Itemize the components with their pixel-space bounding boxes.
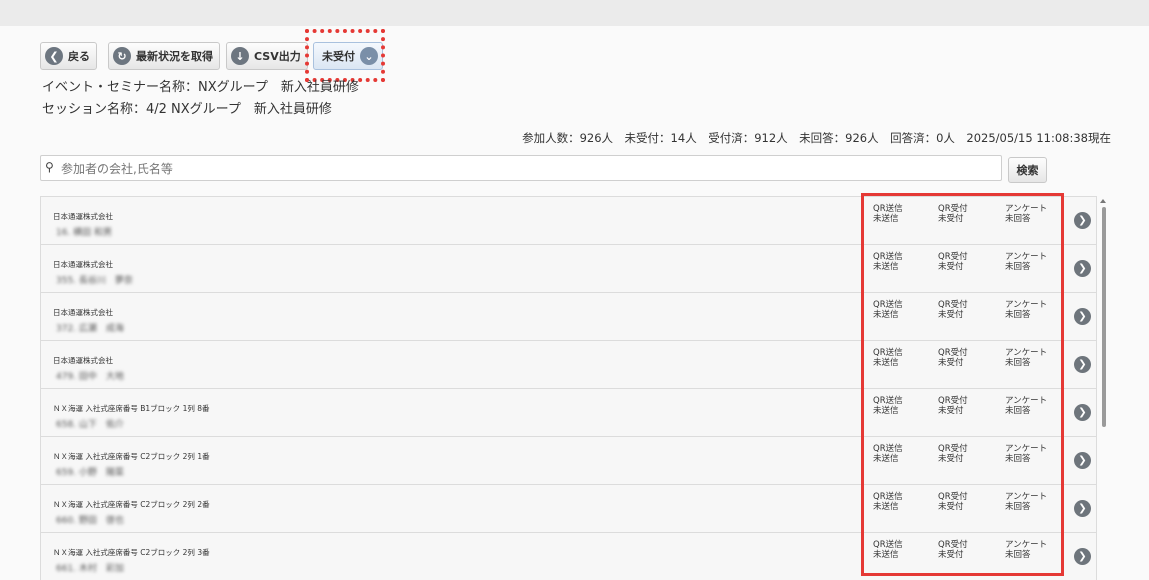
csv-export-button[interactable]: ↓ CSV出力 — [226, 42, 308, 70]
participant-company: ＮＸ海運 入社式座席番号 B1ブロック 1列 8番 — [53, 404, 210, 413]
refresh-button[interactable]: ↻ 最新状況を取得 — [108, 42, 220, 70]
participant-name: 16. 横田 和男 — [56, 228, 113, 238]
participant-name: 658. 山下 佑介 — [56, 420, 124, 430]
list-scrollbar[interactable] — [1097, 197, 1111, 576]
csv-export-button-label: CSV出力 — [254, 50, 301, 63]
chevron-right-icon[interactable]: ❯ — [1074, 548, 1091, 565]
arrow-left-icon: ❮ — [45, 47, 63, 65]
participant-company: ＮＸ海運 入社式座席番号 C2ブロック 2列 1番 — [53, 452, 210, 461]
chevron-right-icon[interactable]: ❯ — [1074, 500, 1091, 517]
back-button[interactable]: ❮ 戻る — [40, 42, 97, 70]
chevron-right-icon[interactable]: ❯ — [1074, 452, 1091, 469]
chevron-right-icon[interactable]: ❯ — [1074, 308, 1091, 325]
participant-company: 日本通運株式会社 — [53, 308, 113, 317]
chevron-right-icon[interactable]: ❯ — [1074, 212, 1091, 229]
search-button[interactable]: 検索 — [1008, 157, 1047, 183]
scroll-thumb[interactable] — [1102, 207, 1106, 427]
attendance-summary: 参加人数：926人 未受付：14人 受付済：912人 未回答：926人 回答済：… — [522, 131, 1111, 145]
scroll-up-icon — [1100, 199, 1106, 203]
refresh-button-label: 最新状況を取得 — [136, 50, 213, 63]
participant-company: 日本通運株式会社 — [53, 212, 113, 221]
participant-company: ＮＸ海運 入社式座席番号 C2ブロック 2列 3番 — [53, 548, 210, 557]
participant-company: ＮＸ海運 入社式座席番号 C2ブロック 2列 2番 — [53, 500, 210, 509]
top-bar — [0, 0, 1149, 26]
refresh-icon: ↻ — [113, 47, 131, 65]
participant-company: 日本通運株式会社 — [53, 260, 113, 269]
participant-name: 355. 長谷川 夢奈 — [56, 276, 133, 286]
status-filter-highlight — [305, 29, 385, 82]
session-name: セッション名称：4/2 NXグループ 新入社員研修 — [42, 102, 332, 117]
chevron-right-icon[interactable]: ❯ — [1074, 404, 1091, 421]
event-name: イベント・セミナー名称：NXグループ 新入社員研修 — [42, 80, 359, 95]
participant-company: 日本通運株式会社 — [53, 356, 113, 365]
participant-name: 661. 木村 彩加 — [56, 564, 124, 574]
chevron-right-icon[interactable]: ❯ — [1074, 260, 1091, 277]
search-field: ⚲ — [40, 155, 1002, 181]
status-columns-highlight — [861, 193, 1064, 576]
participant-name: 372. 広瀬 成海 — [56, 324, 124, 334]
search-input[interactable] — [59, 159, 963, 179]
search-icon: ⚲ — [45, 160, 54, 174]
participant-name: 659. 小野 陽菜 — [56, 468, 124, 478]
participant-name: 479. 田中 大地 — [56, 372, 124, 382]
chevron-right-icon[interactable]: ❯ — [1074, 356, 1091, 373]
back-button-label: 戻る — [68, 50, 90, 63]
download-icon: ↓ — [231, 47, 249, 65]
participant-name: 660. 野田 啓也 — [56, 516, 124, 526]
